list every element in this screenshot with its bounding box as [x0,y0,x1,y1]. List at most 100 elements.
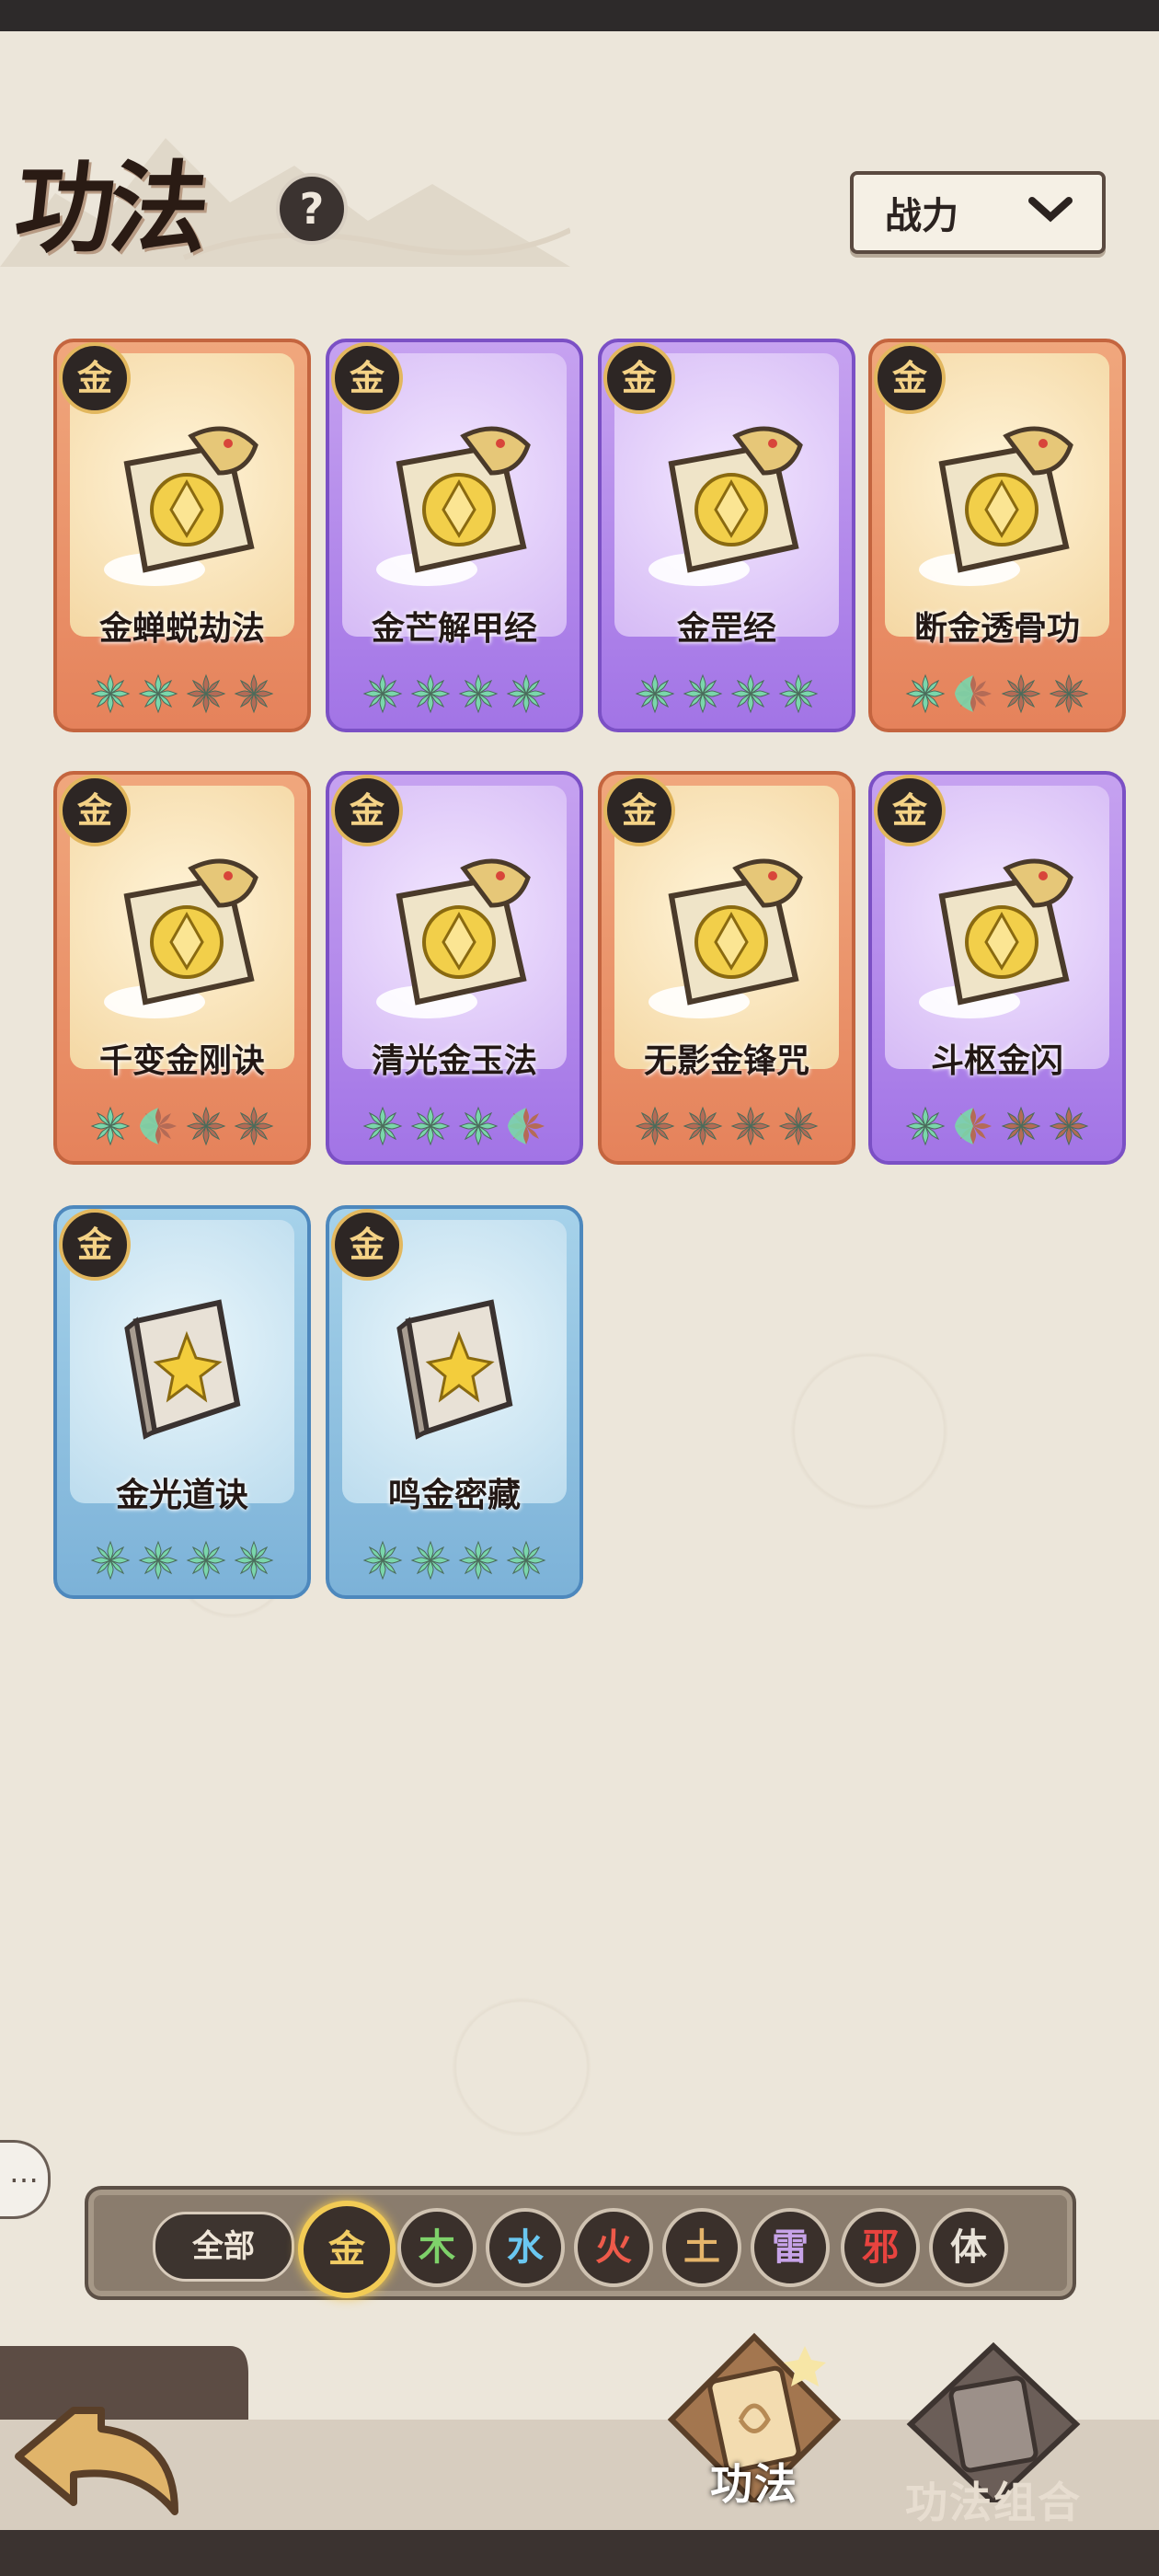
star-rating [872,672,1122,716]
back-button[interactable] [0,2355,258,2548]
star-icon [410,1106,451,1146]
star-icon [410,1540,451,1581]
star-icon [905,673,946,714]
blade-scroll-icon [635,850,819,1029]
star-rating [329,1538,580,1582]
tab-technique-combos[interactable]: 功法组合 [883,2337,1104,2530]
star-rating [872,1104,1122,1148]
star-icon [955,675,992,712]
back-arrow-icon [15,2407,178,2515]
chat-icon: … [9,2155,39,2190]
fist-scroll-icon [905,418,1089,596]
star-icon [506,673,546,714]
filter-element-button[interactable]: 体 [929,2208,1008,2287]
page-title: 功法 [9,151,210,267]
element-badge: 金 [331,342,403,414]
technique-card[interactable]: 金 金蝉蜕劫法 [53,339,311,732]
book-shield-icon [381,1284,528,1454]
star-rating [602,672,852,716]
element-badge: 金 [874,342,946,414]
card-name: 鸣金密藏 [387,1477,521,1514]
technique-card[interactable]: 金 鸣金密藏 [326,1205,583,1599]
star-rating [329,1104,580,1148]
help-button[interactable]: ? [276,173,348,245]
star-icon [410,673,451,714]
card-name: 金罡经 [676,610,776,648]
star-icon [506,1540,546,1581]
card-name: 无影金锋咒 [643,1042,809,1080]
star-icon [186,1106,226,1146]
star-icon [508,1108,545,1144]
card-name: 千变金刚诀 [98,1042,265,1080]
star-icon [1049,673,1089,714]
chevron-down-icon [1028,197,1073,223]
star-icon [778,673,819,714]
card-name: 金芒解甲经 [371,610,537,648]
star-rating [57,1104,307,1148]
cicada-scroll-icon [90,418,274,596]
sort-label: 战力 [885,195,958,237]
star-icon [458,673,499,714]
technique-card[interactable]: 金 无影金锋咒 [598,771,855,1165]
technique-card[interactable]: 金 断金透骨功 [868,339,1126,732]
star-icon [683,1106,723,1146]
technique-card[interactable]: 金 金罡经 [598,339,855,732]
technique-card[interactable]: 金 清光金玉法 [326,771,583,1165]
star-icon [458,1106,499,1146]
technique-card[interactable]: 金 金光道诀 [53,1205,311,1599]
star-rating [329,672,580,716]
filter-element-button[interactable]: 木 [397,2208,476,2287]
filter-element-button[interactable]: 土 [662,2208,741,2287]
filter-element-button[interactable]: 水 [486,2208,565,2287]
filter-element-button[interactable]: 火 [574,2208,653,2287]
star-icon [90,673,131,714]
tab-techniques[interactable]: 功法 [644,2318,865,2512]
technique-card[interactable]: 金 金芒解甲经 [326,339,583,732]
star-icon [186,673,226,714]
question-icon: ? [299,184,325,234]
star-rating [57,672,307,716]
star-icon [1001,1106,1041,1146]
status-bar [0,0,1159,31]
card-name: 金蝉蜕劫法 [98,610,265,648]
filter-element-button[interactable]: 雷 [751,2208,830,2287]
star-icon [362,673,403,714]
tab-technique-combos-label: 功法组合 [905,2478,1082,2527]
card-name: 斗枢金闪 [930,1042,1063,1080]
flash-scroll-icon [905,850,1089,1029]
book-star-icon [109,1284,256,1454]
star-icon [138,673,178,714]
star-icon [234,1106,274,1146]
card-name: 金光道诀 [115,1477,248,1514]
star-icon [140,1108,177,1144]
star-icon [90,1540,131,1581]
star-icon [458,1540,499,1581]
leaf-scroll-icon [90,850,274,1029]
filter-element-button[interactable]: 金 [298,2201,396,2298]
element-badge: 金 [331,1209,403,1281]
star-icon [362,1106,403,1146]
card-name: 清光金玉法 [371,1042,537,1080]
element-badge: 金 [603,775,675,846]
star-rating [57,1538,307,1582]
star-icon [635,673,675,714]
star-icon [234,673,274,714]
sword-scroll-icon [362,418,546,596]
element-badge: 金 [59,342,131,414]
jade-scroll-icon [362,850,546,1029]
star-icon [234,1540,274,1581]
star-icon [905,1106,946,1146]
star-icon [683,673,723,714]
element-badge: 金 [59,1209,131,1281]
element-badge: 金 [603,342,675,414]
element-badge: 金 [59,775,131,846]
sort-dropdown[interactable]: 战力 [850,171,1106,254]
technique-card[interactable]: 金 千变金刚诀 [53,771,311,1165]
filter-all-button[interactable]: 全部 [153,2212,294,2282]
element-filter-bar: 全部 金木水火土雷邪体 [85,2186,1076,2300]
technique-card[interactable]: 金 斗枢金闪 [868,771,1126,1165]
filter-element-button[interactable]: 邪 [841,2208,920,2287]
arrow-up-scroll-icon [635,418,819,596]
star-rating [602,1104,852,1148]
bottom-nav: 功法 功法组合 [0,2318,1159,2576]
